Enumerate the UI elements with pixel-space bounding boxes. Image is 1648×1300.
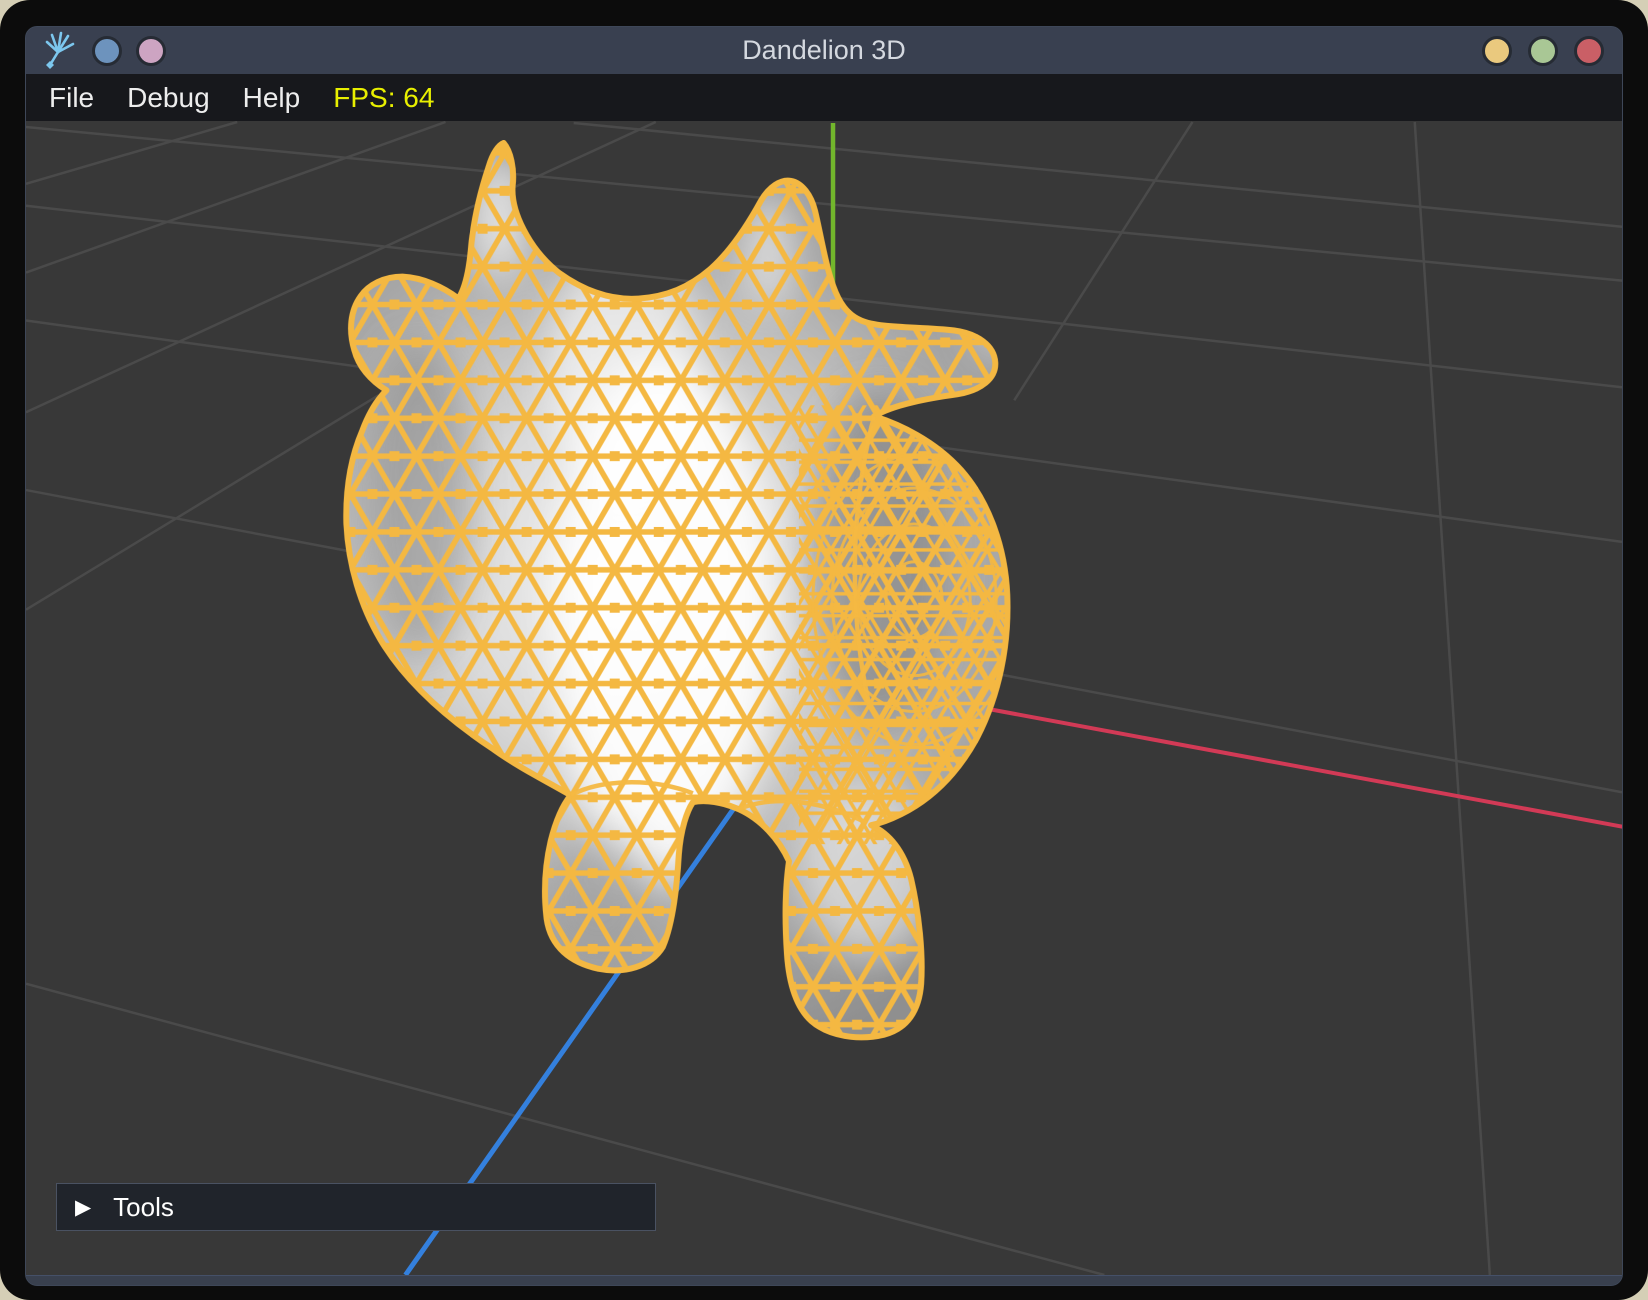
menubar: File Debug Help FPS: 64 [26, 74, 1622, 121]
menu-debug[interactable]: Debug [127, 82, 210, 114]
tools-panel-header[interactable]: ▶ Tools [56, 1183, 656, 1231]
app-window: Dandelion 3D File Debug Help FPS: 64 [25, 26, 1623, 1286]
workspace-button-blue[interactable] [92, 36, 122, 66]
viewport-canvas[interactable] [26, 121, 1622, 1275]
close-button[interactable] [1574, 36, 1604, 66]
expand-arrow-icon: ▶ [75, 1197, 91, 1218]
maximize-button[interactable] [1528, 36, 1558, 66]
titlebar[interactable]: Dandelion 3D [26, 27, 1622, 74]
cow-model-mesh [328, 121, 1029, 1049]
dandelion-icon [42, 31, 78, 71]
tools-panel-label: Tools [113, 1192, 174, 1223]
viewport-3d[interactable]: ▶ Tools [26, 121, 1622, 1275]
menu-help[interactable]: Help [243, 82, 301, 114]
window-title: Dandelion 3D [26, 27, 1622, 74]
workspace-button-pink[interactable] [136, 36, 166, 66]
menu-file[interactable]: File [49, 82, 94, 114]
fps-counter: FPS: 64 [333, 82, 434, 114]
minimize-button[interactable] [1482, 36, 1512, 66]
window-bottom-frame [26, 1275, 1622, 1285]
